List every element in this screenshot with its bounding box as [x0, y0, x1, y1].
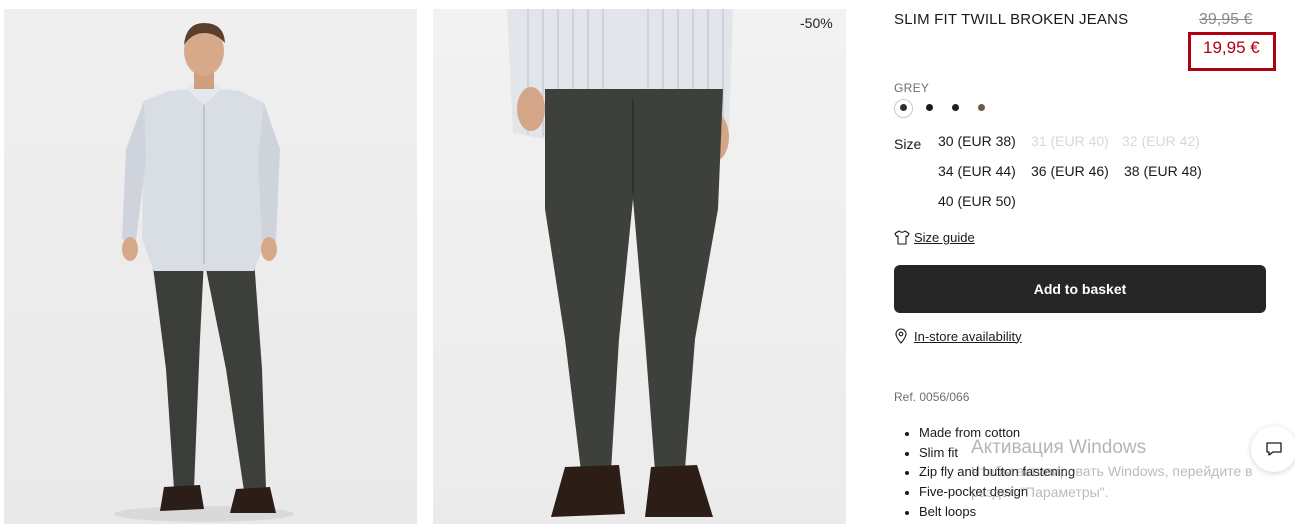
- old-price: 39,95 €: [1199, 11, 1253, 28]
- model-full-body-illustration: [114, 23, 294, 522]
- product-image-2[interactable]: [433, 9, 846, 524]
- jeans-closeup-illustration: [507, 9, 733, 517]
- in-store-availability-link[interactable]: In-store availability: [894, 328, 1022, 344]
- chat-button[interactable]: [1251, 426, 1295, 472]
- discount-badge: -50%: [800, 15, 833, 31]
- location-pin-icon: [895, 328, 907, 344]
- size-guide-link[interactable]: Size guide: [894, 230, 975, 245]
- color-swatch-khaki[interactable]: [978, 104, 985, 111]
- sale-price: 19,95 €: [1203, 38, 1260, 57]
- windows-activation-watermark-text: Чтобы активировать Windows, перейдите в …: [971, 463, 1253, 500]
- size-label: Size: [894, 136, 922, 152]
- add-to-basket-button[interactable]: Add to basket: [894, 265, 1266, 313]
- color-swatch-black[interactable]: [926, 104, 933, 111]
- size-option[interactable]: 30 (EUR 38): [938, 133, 1016, 149]
- product-image-1[interactable]: [4, 9, 417, 524]
- size-option[interactable]: 36 (EUR 46): [1031, 163, 1109, 179]
- size-option[interactable]: 40 (EUR 50): [938, 193, 1016, 209]
- size-option-unavailable: 31 (EUR 40): [1031, 133, 1109, 149]
- tshirt-icon: [894, 230, 910, 245]
- color-swatch-grey[interactable]: [900, 104, 907, 111]
- color-swatch-navy[interactable]: [952, 104, 959, 111]
- feature-item: Belt loops: [905, 502, 1075, 522]
- size-guide-label: Size guide: [914, 230, 975, 245]
- chat-icon: [1266, 442, 1282, 456]
- size-option[interactable]: 34 (EUR 44): [938, 163, 1016, 179]
- color-name: GREY: [894, 81, 930, 95]
- in-store-availability-label: In-store availability: [914, 328, 1022, 344]
- product-title: SLIM FIT TWILL BROKEN JEANS: [894, 11, 1129, 28]
- windows-activation-watermark-title: Активация Windows: [971, 437, 1147, 458]
- size-option[interactable]: 38 (EUR 48): [1124, 163, 1202, 179]
- product-reference: Ref. 0056/066: [894, 390, 970, 404]
- size-option-unavailable: 32 (EUR 42): [1122, 133, 1200, 149]
